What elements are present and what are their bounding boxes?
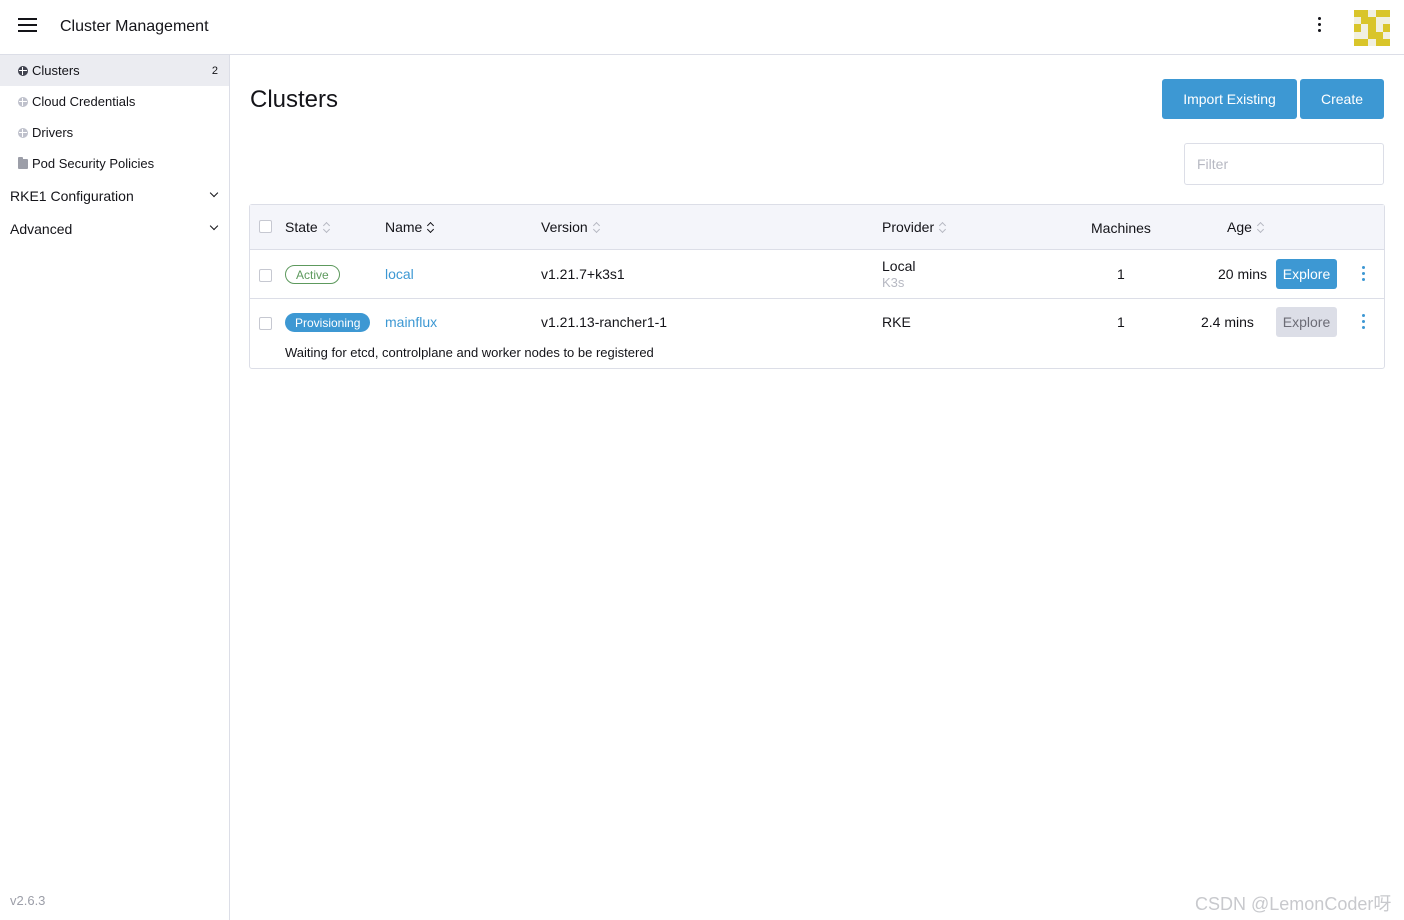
app-version: v2.6.3 bbox=[10, 893, 46, 908]
row-actions-kebab-icon[interactable] bbox=[1358, 266, 1368, 284]
filter-input[interactable] bbox=[1184, 143, 1384, 185]
sidebar-item-label: Clusters bbox=[32, 63, 80, 78]
sidebar-group-label: Advanced bbox=[10, 221, 73, 237]
sidebar-item-drivers[interactable]: Drivers bbox=[0, 117, 229, 148]
sidebar: Clusters 2 Cloud Credentials Drivers Pod… bbox=[0, 55, 230, 920]
column-header-age[interactable]: Age bbox=[1227, 219, 1265, 235]
select-all-checkbox[interactable] bbox=[259, 220, 272, 233]
sort-icon bbox=[939, 221, 947, 233]
cluster-version: v1.21.7+k3s1 bbox=[541, 266, 625, 282]
sort-icon bbox=[323, 221, 331, 233]
watermark: CSDN @LemonCoder呀 bbox=[1195, 894, 1392, 914]
sidebar-group-label: RKE1 Configuration bbox=[10, 188, 134, 204]
cluster-machines: 1 bbox=[1117, 266, 1125, 282]
sidebar-group-advanced[interactable]: Advanced bbox=[0, 214, 229, 244]
cluster-count-badge: 2 bbox=[211, 64, 218, 77]
cluster-version: v1.21.13-rancher1-1 bbox=[541, 314, 668, 330]
cluster-provider-sub: K3s bbox=[882, 275, 905, 290]
kebab-icon[interactable] bbox=[1312, 17, 1326, 37]
user-avatar[interactable] bbox=[1354, 10, 1390, 46]
chevron-down-icon bbox=[209, 188, 219, 198]
column-header-provider[interactable]: Provider bbox=[882, 219, 947, 235]
sidebar-item-clusters[interactable]: Clusters 2 bbox=[0, 55, 229, 86]
status-badge: Provisioning bbox=[285, 313, 371, 332]
sidebar-item-label: Cloud Credentials bbox=[32, 94, 136, 109]
column-header-label: Machines bbox=[1091, 220, 1151, 236]
explore-button[interactable]: Explore bbox=[1276, 259, 1337, 289]
sidebar-item-label: Pod Security Policies bbox=[32, 156, 155, 171]
table-header: State Name Version Provider Machines Age bbox=[250, 205, 1384, 250]
chevron-down-icon bbox=[209, 221, 219, 231]
column-header-name[interactable]: Name bbox=[385, 219, 435, 235]
column-header-label: Version bbox=[541, 219, 588, 235]
row-checkbox[interactable] bbox=[259, 317, 272, 330]
sort-icon bbox=[427, 221, 435, 233]
cluster-name-link[interactable]: local bbox=[385, 266, 414, 282]
create-button[interactable]: Create bbox=[1300, 79, 1384, 119]
row-divider bbox=[250, 298, 1384, 299]
cluster-provider: RKE bbox=[882, 314, 911, 330]
hamburger-icon[interactable] bbox=[18, 18, 38, 34]
page-title: Clusters bbox=[250, 86, 339, 113]
top-header: Cluster Management bbox=[0, 0, 1404, 55]
import-existing-button[interactable]: Import Existing bbox=[1162, 79, 1297, 119]
cluster-name-link[interactable]: mainflux bbox=[385, 314, 437, 330]
sidebar-item-pod-security-policies[interactable]: Pod Security Policies bbox=[0, 148, 229, 179]
column-header-label: Provider bbox=[882, 219, 935, 235]
sidebar-item-label: Drivers bbox=[32, 125, 74, 140]
sort-icon bbox=[593, 221, 601, 233]
column-header-version[interactable]: Version bbox=[541, 219, 601, 235]
globe-icon bbox=[18, 96, 28, 107]
folder-icon bbox=[18, 156, 28, 169]
cluster-age: 20 mins bbox=[1218, 266, 1268, 282]
column-header-label: Age bbox=[1227, 219, 1252, 235]
provisioning-message: Waiting for etcd, controlplane and worke… bbox=[285, 345, 654, 360]
column-header-state[interactable]: State bbox=[285, 219, 331, 235]
sort-icon bbox=[1257, 221, 1265, 233]
globe-icon bbox=[18, 127, 28, 138]
row-actions-kebab-icon[interactable] bbox=[1358, 314, 1368, 332]
column-header-label: Name bbox=[385, 219, 423, 235]
cluster-machines: 1 bbox=[1117, 314, 1125, 330]
column-header-label: State bbox=[285, 219, 318, 235]
sidebar-group-rke1-configuration[interactable]: RKE1 Configuration bbox=[0, 181, 229, 211]
column-header-machines: Machines bbox=[1091, 220, 1151, 236]
clusters-table: State Name Version Provider Machines Age… bbox=[249, 204, 1385, 369]
row-checkbox[interactable] bbox=[259, 269, 272, 282]
app-title: Cluster Management bbox=[60, 18, 209, 35]
status-badge: Active bbox=[285, 265, 340, 284]
explore-button-disabled: Explore bbox=[1276, 307, 1337, 337]
cluster-provider: Local bbox=[882, 258, 916, 274]
sidebar-item-cloud-credentials[interactable]: Cloud Credentials bbox=[0, 86, 229, 117]
globe-icon bbox=[18, 65, 28, 76]
cluster-age: 2.4 mins bbox=[1201, 314, 1254, 330]
